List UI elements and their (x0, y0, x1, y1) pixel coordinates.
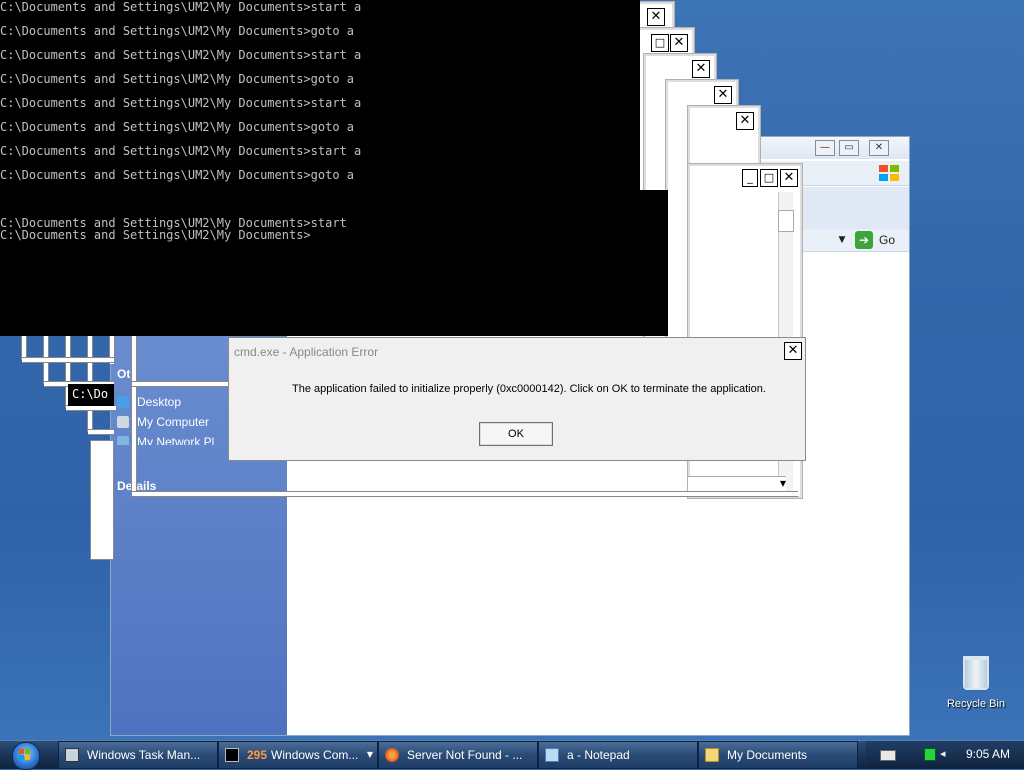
console-line: C:\Documents and Settings\UM2\My Documen… (0, 228, 311, 242)
computer-icon (117, 416, 129, 428)
other-places-header[interactable]: Ot (117, 367, 130, 381)
taskbar: Windows Task Man... 295 Windows Com... ▼ … (0, 740, 1024, 770)
console-line: C:\Documents and Settings\UM2\My Documen… (0, 96, 362, 110)
minimize-button[interactable]: _ (742, 169, 758, 187)
taskbar-item-label: Server Not Found - ... (407, 748, 523, 762)
system-tray: ◂ 9:05 AM (866, 741, 1024, 768)
taskbar-item-label: a - Notepad (567, 748, 630, 762)
keyboard-icon[interactable] (880, 750, 896, 761)
window-count-badge: 295 (247, 748, 268, 762)
close-button[interactable]: ✕ (647, 8, 665, 26)
dialog-close-button[interactable]: ✕ (784, 342, 802, 360)
go-arrow-icon: ➔ (855, 231, 873, 249)
dialog-title: cmd.exe - Application Error (234, 345, 379, 359)
taskbar-item-my-documents[interactable]: My Documents (698, 741, 858, 769)
details-header[interactable]: Details (117, 479, 156, 493)
console-line: C:\Documents and Settings\UM2\My Documen… (0, 120, 355, 134)
empty-window-fragment (90, 440, 114, 560)
close-button[interactable]: ✕ (736, 112, 754, 130)
windows-logo-icon (879, 165, 901, 183)
firefox-icon (385, 748, 399, 762)
notepad-icon (545, 748, 559, 762)
recycle-bin[interactable]: Recycle Bin (940, 656, 1012, 710)
close-button[interactable]: ✕ (670, 34, 688, 52)
address-dropdown-button[interactable]: ▼ (835, 233, 849, 247)
network-status-icon[interactable] (924, 748, 936, 761)
dialog-message: The application failed to initialize pro… (292, 383, 766, 395)
task-label: My Computer (137, 415, 210, 429)
scroll-thumb[interactable] (778, 210, 794, 232)
recycle-bin-label: Recycle Bin (946, 698, 1006, 710)
window-edge (132, 492, 798, 496)
task-link-desktop[interactable]: Desktop (117, 395, 181, 409)
recycle-bin-icon (963, 656, 989, 690)
maximize-button[interactable]: □ (760, 169, 778, 187)
clock[interactable]: 9:05 AM (966, 741, 1010, 768)
console-line: C:\Documents and Settings\UM2\My Documen… (0, 24, 355, 38)
console-line: C:\Documents and Settings\UM2\My Documen… (0, 48, 362, 62)
close-button[interactable]: ✕ (869, 140, 889, 156)
start-button[interactable] (4, 742, 50, 770)
task-manager-icon (65, 748, 79, 762)
speaker-icon[interactable]: ◂ (940, 748, 950, 759)
desktop-icon (117, 396, 129, 408)
maximize-button[interactable]: □ (651, 34, 669, 52)
close-button[interactable]: ✕ (714, 86, 732, 104)
window-edge (66, 406, 116, 410)
window-edge (132, 382, 232, 386)
go-label: Go (879, 233, 896, 247)
chevron-down-icon: ▼ (366, 750, 373, 759)
taskbar-item-label: My Documents (727, 748, 808, 762)
close-button[interactable]: ✕ (780, 169, 798, 187)
task-label: Desktop (137, 395, 182, 409)
taskbar-item-windows-command[interactable]: 295 Windows Com... ▼ (218, 741, 378, 769)
background-console-fragment: C:\Do (68, 384, 114, 406)
application-error-dialog[interactable]: cmd.exe - Application Error ✕ The applic… (228, 337, 806, 461)
console-line: C:\Documents and Settings\UM2\My Documen… (0, 72, 355, 86)
windows-flag-icon (19, 749, 31, 761)
taskbar-item-label: Windows Com... (271, 748, 359, 762)
console-line: C:\Documents and Settings\UM2\My Documen… (0, 144, 362, 158)
taskbar-item-server-not-found[interactable]: Server Not Found - ... (378, 741, 538, 769)
close-button[interactable]: ✕ (692, 60, 710, 78)
task-link-my-computer[interactable]: My Computer (117, 415, 209, 429)
window-edge (22, 358, 114, 362)
folder-icon (705, 748, 719, 762)
minimize-button[interactable]: — (815, 140, 835, 156)
cmd-icon (225, 748, 239, 762)
task-label: My Network Pl (137, 435, 215, 445)
taskbar-item-label: Windows Task Man... (87, 748, 201, 762)
network-icon (117, 436, 129, 445)
go-button[interactable]: ➔ Go (855, 231, 899, 249)
window-edge (88, 430, 114, 434)
console-line: C:\Documents and Settings\UM2\My Documen… (0, 168, 355, 182)
console-fragment-text: C:\Do (72, 387, 109, 401)
maximize-button[interactable]: ▭ (839, 140, 859, 156)
taskbar-item-task-manager[interactable]: Windows Task Man... (58, 741, 218, 769)
ok-button[interactable]: OK (479, 422, 553, 446)
console-line: C:\Documents and Settings\UM2\My Documen… (0, 0, 362, 14)
taskbar-item-notepad[interactable]: a - Notepad (538, 741, 698, 769)
dropdown-arrow-button[interactable]: ▼ (688, 476, 786, 491)
command-prompt-window[interactable]: C:\Documents and Settings\UM2\My Documen… (0, 0, 640, 300)
